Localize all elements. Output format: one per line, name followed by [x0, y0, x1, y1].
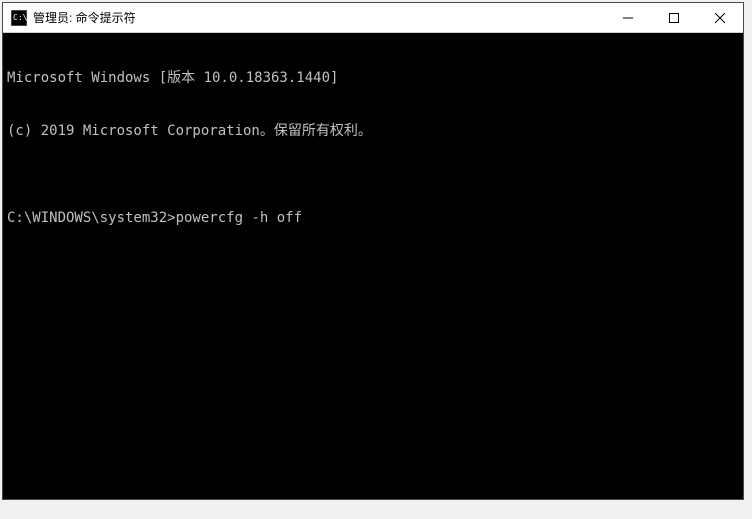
close-icon: [715, 13, 725, 23]
window-controls: [605, 3, 743, 32]
maximize-button[interactable]: [651, 3, 697, 32]
window-title: 管理员: 命令提示符: [33, 9, 605, 26]
cmd-window: C:\ 管理员: 命令提示符 Microsoft: [2, 2, 744, 500]
terminal-line: C:\WINDOWS\system32>powercfg -h off: [7, 210, 739, 228]
minimize-icon: [623, 13, 633, 23]
svg-text:C:\: C:\: [13, 13, 27, 22]
terminal-output[interactable]: Microsoft Windows [版本 10.0.18363.1440] (…: [3, 33, 743, 499]
minimize-button[interactable]: [605, 3, 651, 32]
titlebar[interactable]: C:\ 管理员: 命令提示符: [3, 3, 743, 33]
maximize-icon: [669, 13, 679, 23]
terminal-line: (c) 2019 Microsoft Corporation。保留所有权利。: [7, 123, 739, 141]
cmd-icon: C:\: [11, 10, 27, 26]
terminal-line: Microsoft Windows [版本 10.0.18363.1440]: [7, 70, 739, 88]
close-button[interactable]: [697, 3, 743, 32]
